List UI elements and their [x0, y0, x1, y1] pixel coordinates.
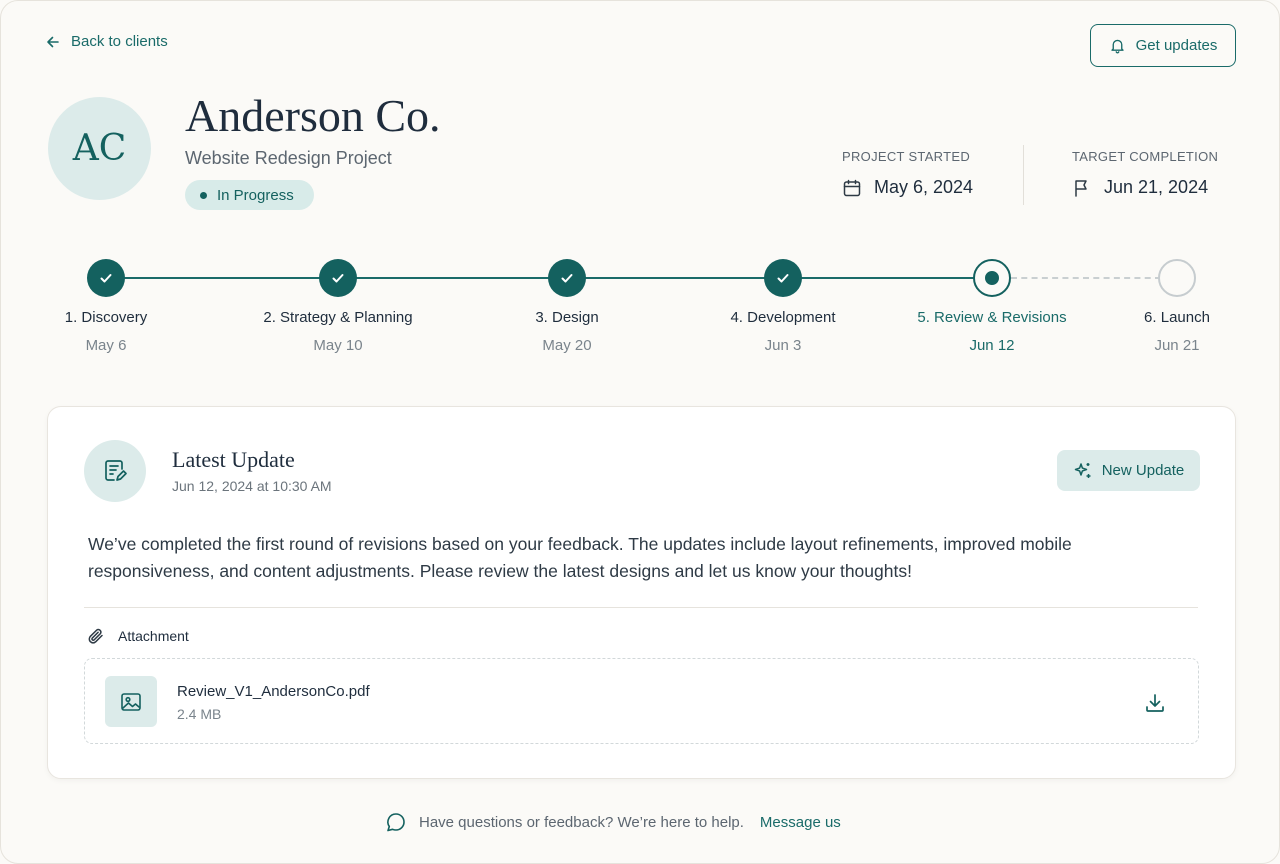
check-icon — [777, 274, 789, 283]
arrow-left-icon — [47, 36, 59, 47]
project-started-value: May 6, 2024 — [874, 177, 974, 197]
file-name: Review_V1_AndersonCo.pdf — [177, 683, 370, 700]
bell-icon — [1110, 39, 1124, 54]
calendar-icon — [843, 179, 861, 196]
get-updates-button[interactable]: Get updates — [1090, 24, 1236, 67]
download-icon[interactable] — [1143, 691, 1167, 715]
step-label: 4. Development — [730, 309, 836, 326]
step-complete-node — [548, 259, 586, 297]
image-icon — [105, 676, 157, 727]
help-text: Have questions or feedback? We’re here t… — [419, 813, 744, 831]
help-footer: Have questions or feedback? We’re here t… — [385, 811, 841, 833]
update-timestamp: Jun 12, 2024 at 10:30 AM — [172, 478, 332, 494]
page-frame: Back to clients Get updates AC Anderson … — [0, 0, 1280, 864]
paperclip-icon — [88, 628, 103, 644]
step-label: 3. Design — [535, 309, 599, 326]
get-updates-label: Get updates — [1135, 37, 1218, 54]
step-current-node — [973, 259, 1011, 297]
attachment-header: Attachment — [86, 626, 189, 646]
target-completion: TARGET COMPLETION Jun 21, 2024 — [1072, 149, 1218, 198]
step-complete-node — [319, 259, 357, 297]
client-name: Anderson Co. — [185, 90, 441, 141]
timeline-step-design: 3. Design May 20 — [467, 241, 667, 354]
status-badge: In Progress — [185, 180, 314, 210]
step-date: May 10 — [313, 337, 363, 354]
project-started-label: PROJECT STARTED — [842, 149, 971, 164]
timeline-step-discovery: 1. Discovery May 6 — [6, 241, 206, 354]
target-completion-value: Jun 21, 2024 — [1104, 177, 1209, 197]
step-date: Jun 12 — [969, 337, 1015, 354]
project-timeline: 1. Discovery May 6 2. Strategy & Plannin… — [1, 241, 1280, 381]
timeline-step-review: 5. Review & Revisions Jun 12 — [892, 241, 1092, 354]
card-divider — [84, 607, 1198, 608]
back-link-label: Back to clients — [71, 33, 168, 50]
step-label: 6. Launch — [1144, 309, 1210, 326]
step-complete-node — [87, 259, 125, 297]
check-icon — [100, 274, 112, 283]
meta-divider — [1023, 145, 1024, 205]
message-us-link[interactable]: Message us — [760, 814, 841, 831]
step-complete-node — [764, 259, 802, 297]
step-date: May 20 — [542, 337, 592, 354]
status-dot — [200, 192, 207, 199]
step-pending-node — [1158, 259, 1196, 297]
step-label: 1. Discovery — [64, 309, 148, 326]
attachment-file[interactable]: Review_V1_AndersonCo.pdf 2.4 MB — [84, 658, 1199, 744]
client-avatar: AC — [48, 97, 151, 200]
check-icon — [332, 274, 344, 283]
step-date: Jun 21 — [1154, 337, 1200, 354]
attachment-label: Attachment — [118, 628, 189, 644]
step-label: 2. Strategy & Planning — [263, 309, 413, 326]
flag-icon — [1075, 179, 1087, 197]
timeline-step-development: 4. Development Jun 3 — [683, 241, 883, 354]
target-completion-label: TARGET COMPLETION — [1072, 149, 1219, 164]
check-icon — [561, 274, 573, 283]
step-date: Jun 3 — [764, 337, 802, 354]
sparkle-icon — [1074, 462, 1091, 478]
timeline-step-strategy: 2. Strategy & Planning May 10 — [238, 241, 438, 354]
project-name: Website Redesign Project — [185, 148, 392, 168]
latest-update-card: Latest Update Jun 12, 2024 at 10:30 AM N… — [47, 406, 1236, 779]
current-dot — [982, 268, 1002, 288]
timeline-step-launch: 6. Launch Jun 21 — [1077, 241, 1277, 354]
step-label: 5. Review & Revisions — [917, 309, 1067, 326]
new-update-button[interactable]: New Update — [1057, 450, 1200, 491]
note-icon — [84, 440, 146, 502]
update-body: We’ve completed the first round of revis… — [88, 534, 1072, 581]
project-started: PROJECT STARTED May 6, 2024 — [842, 149, 973, 198]
chat-bubble-icon — [387, 813, 405, 832]
file-size: 2.4 MB — [177, 706, 222, 722]
update-title: Latest Update — [172, 447, 295, 472]
status-label: In Progress — [217, 186, 294, 204]
back-to-clients-link[interactable]: Back to clients — [45, 33, 168, 50]
step-date: May 6 — [85, 337, 127, 354]
new-update-label: New Update — [1101, 462, 1185, 479]
